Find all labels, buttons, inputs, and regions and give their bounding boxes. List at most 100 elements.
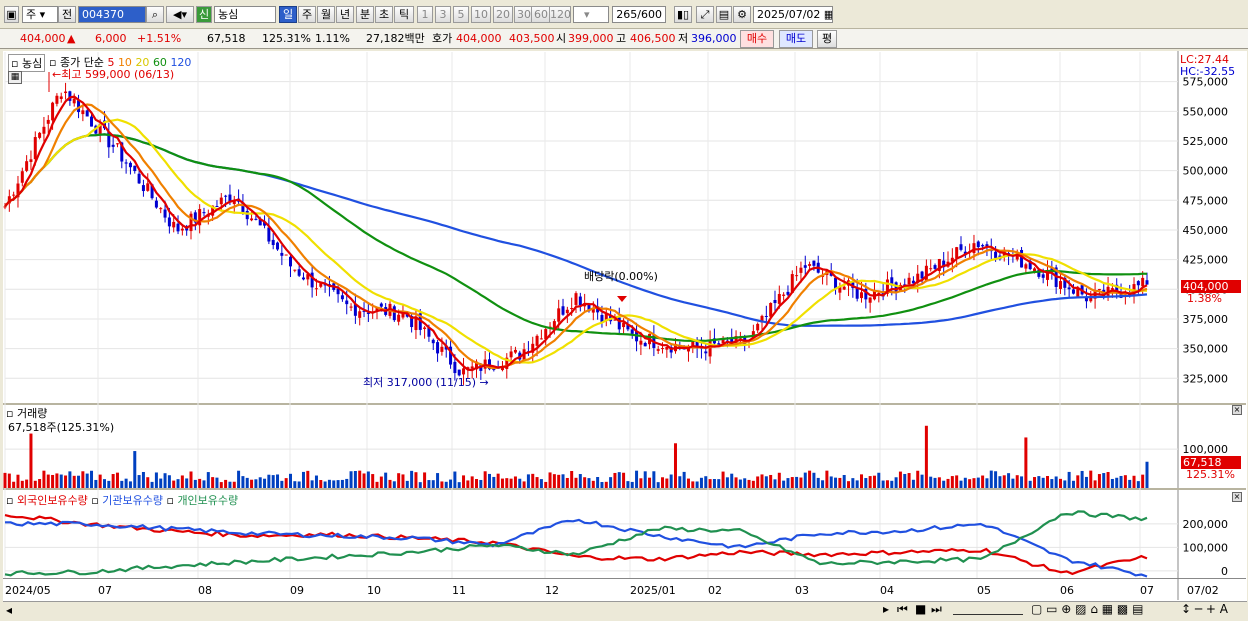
volume-bar: [1050, 479, 1054, 488]
candle-body: [137, 173, 141, 184]
volume-bar: [77, 475, 81, 488]
dividend-marker-icon: [617, 296, 627, 302]
candle-body: [245, 210, 249, 220]
candle-body: [284, 254, 288, 256]
candle-body: [860, 292, 863, 299]
play-forward-icon[interactable]: ⏭: [931, 602, 942, 617]
scroll-left-icon[interactable]: ◂: [6, 603, 12, 617]
candle-body: [345, 300, 349, 305]
candle-body: [176, 223, 180, 232]
volume-bar: [622, 472, 626, 488]
volume-bar: [994, 471, 998, 488]
volume-bar: [552, 474, 556, 488]
volume-bar: [444, 481, 448, 488]
volume-bar: [1037, 476, 1041, 488]
volume-bar: [578, 474, 582, 488]
holding-close-icon[interactable]: ×: [1232, 492, 1242, 502]
volume-bar: [782, 480, 786, 488]
candle-body: [55, 95, 59, 104]
volume-bar: [769, 474, 773, 488]
volume-bar: [254, 479, 258, 488]
volume-bar: [431, 480, 435, 488]
volume-bar: [617, 472, 621, 488]
volume-bar: [885, 480, 889, 488]
candle-body: [340, 295, 344, 300]
ma5-line: [4, 95, 1148, 372]
grid-toggle-icon[interactable]: ▦: [8, 71, 22, 84]
candle-body: [1071, 289, 1075, 294]
volume-bar: [955, 475, 959, 488]
volume-bar: [340, 479, 344, 488]
volume-bar: [418, 482, 422, 488]
volume-bar: [137, 475, 141, 488]
volume-bar: [851, 478, 855, 488]
candle-body: [42, 126, 46, 134]
candle-body: [868, 297, 872, 303]
volume-bar: [1110, 478, 1114, 488]
price-panel-tag[interactable]: ▫ 농심: [8, 54, 46, 72]
volume-bar: [20, 480, 24, 488]
volume-bar: [375, 481, 379, 488]
volume-bar: [526, 474, 530, 488]
horizontal-scrollbar[interactable]: ◂ ▸ ⏮ ■ ⏭ ▢ ▭ ⊕ ▨ ⌂ ▦ ▩ ▤ ↕ ─ + A: [3, 601, 1247, 618]
volume-bar: [985, 478, 989, 488]
volume-bar: [924, 425, 928, 488]
volume-bar: [565, 477, 569, 488]
volume-bar: [219, 482, 223, 488]
volume-bar: [185, 478, 189, 488]
volume-bar: [898, 471, 902, 488]
volume-bar: [193, 479, 197, 488]
zoom-tools-icon[interactable]: ▢ ▭ ⊕ ▨ ⌂ ▦ ▩ ▤: [1031, 602, 1143, 616]
candle-body: [392, 306, 396, 321]
volume-bar: [1063, 480, 1067, 488]
candle-body: [51, 102, 55, 121]
volume-bar: [327, 479, 331, 488]
candle-body: [20, 171, 24, 183]
volume-bar: [872, 475, 876, 488]
volume-bar: [470, 476, 474, 488]
price-tick-label: 375,000: [1183, 313, 1229, 326]
volume-bar: [397, 473, 401, 488]
volume-bar: [639, 478, 643, 488]
volume-close-icon[interactable]: ×: [1232, 405, 1242, 415]
volume-bar: [405, 480, 409, 488]
candle-body: [972, 243, 976, 254]
volume-bar: [699, 477, 703, 488]
volume-bar: [345, 478, 349, 488]
volume-bar: [475, 479, 479, 488]
scroll-right-icon[interactable]: ▸: [883, 602, 889, 616]
x-tick-label: 2025/01: [630, 584, 676, 597]
volume-bar: [479, 479, 483, 488]
candle-body: [1058, 281, 1062, 289]
volume-bar: [284, 478, 288, 488]
zoom-controls-icon[interactable]: ↕ ─ + A: [1181, 602, 1228, 616]
volume-bar: [366, 471, 370, 488]
volume-bar: [1076, 475, 1080, 488]
holding-legend[interactable]: ▫ 외국인보유수량 ▫ 기관보유수량 ▫ 개인보유수량: [6, 492, 238, 508]
volume-bar: [250, 479, 254, 488]
x-tick-label: 08: [198, 584, 212, 597]
candle-body: [509, 351, 513, 358]
candle-body: [46, 119, 50, 124]
zoom-slider[interactable]: [953, 600, 1023, 615]
volume-bar: [1015, 475, 1019, 488]
volume-bar: [803, 472, 807, 488]
candle-body: [756, 323, 760, 331]
stop-icon[interactable]: ■: [915, 602, 926, 616]
candle-body: [154, 200, 158, 208]
candle-body: [180, 228, 184, 231]
volume-bar: [314, 475, 318, 488]
volume-bar: [635, 470, 639, 488]
volume-bar: [46, 474, 50, 488]
volume-bar: [747, 479, 751, 488]
volume-bar: [673, 443, 677, 488]
play-back-icon[interactable]: ⏮: [897, 602, 908, 617]
volume-bar: [591, 480, 595, 488]
volume-bar: [172, 480, 176, 488]
candle-body: [271, 239, 275, 246]
volume-bar: [154, 472, 158, 488]
candle-body: [959, 244, 963, 250]
candle-body: [202, 212, 206, 214]
chart-svg[interactable]: 325,000350,000375,000400,000425,000450,0…: [0, 0, 1248, 621]
volume-bar: [1011, 478, 1015, 488]
